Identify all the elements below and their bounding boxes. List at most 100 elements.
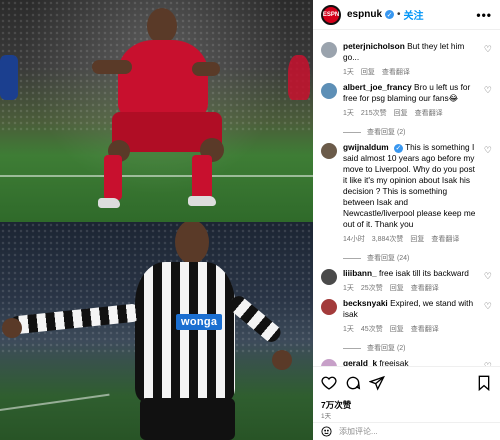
- reply-button[interactable]: 回复: [390, 283, 404, 293]
- background-player: [0, 55, 18, 100]
- comment-text-line: liiibann_ free isak till its backward: [343, 268, 478, 279]
- comment-time: 1天: [343, 326, 354, 333]
- comment-heart-icon[interactable]: ♡: [484, 85, 492, 96]
- sponsor-logo: wonga: [176, 314, 223, 330]
- emoji-icon[interactable]: [321, 426, 332, 437]
- player-head: [147, 8, 177, 44]
- comment-text-line: becksnyaki Expired, we stand with isak: [343, 298, 478, 320]
- photo-newcastle-player: wonga: [0, 222, 313, 440]
- view-replies-label: 查看回复 (2): [367, 345, 406, 352]
- player-hand: [2, 318, 22, 338]
- view-replies-button[interactable]: 查看回复 (2): [343, 343, 500, 353]
- view-replies-label: 查看回复 (24): [367, 255, 410, 262]
- reply-line: [343, 347, 361, 349]
- comment-text-line: albert_joe_francy Bro u left us for free…: [343, 82, 478, 104]
- comment-text: This is something I said almost 10 years…: [343, 142, 476, 229]
- more-options-icon[interactable]: •••: [476, 8, 492, 22]
- comment-body: liiibann_ free isak till its backward 1天…: [343, 268, 492, 293]
- comment-time: 14小时: [343, 236, 365, 243]
- follow-button[interactable]: 关注: [404, 7, 424, 22]
- comment-body: becksnyaki Expired, we stand with isak 1…: [343, 298, 492, 334]
- comment-text: free isak till its backward: [378, 268, 469, 278]
- player-arm: [92, 60, 132, 74]
- account-avatar[interactable]: ESPN: [321, 4, 341, 25]
- verified-badge-icon: ✓: [385, 10, 395, 19]
- player-hand: [272, 350, 292, 370]
- pitch-line: [0, 393, 110, 413]
- comment-time: 1天: [343, 110, 354, 117]
- comment-item: becksnyaki Expired, we stand with isak 1…: [313, 293, 500, 334]
- add-comment-input[interactable]: [339, 427, 492, 436]
- reply-button[interactable]: 回复: [361, 67, 375, 77]
- comment-meta: 1天 45次赞 回复 查看翻译: [343, 324, 478, 334]
- share-icon[interactable]: [369, 375, 385, 391]
- comment-likes[interactable]: 215次赞: [361, 108, 387, 118]
- commenter-avatar[interactable]: [321, 42, 337, 58]
- comment-body: gerald_k freeisak 1天 3次赞 回复 查看翻译: [343, 358, 492, 366]
- comment-item: gerald_k freeisak 1天 3次赞 回复 查看翻译 ♡: [313, 353, 500, 366]
- reply-line: [343, 257, 361, 259]
- comment-list[interactable]: peterjnicholson But they let him go... 1…: [313, 36, 500, 366]
- heart-icon[interactable]: [321, 375, 337, 391]
- comment-username[interactable]: albert_joe_francy: [343, 82, 412, 92]
- player-boot: [98, 198, 120, 208]
- comment-username[interactable]: liiibann_: [343, 268, 377, 278]
- comment-likes[interactable]: 45次赞: [361, 324, 383, 334]
- player-shirt: [135, 262, 235, 402]
- translate-button[interactable]: 查看翻译: [411, 283, 439, 293]
- post-header: ESPN espnuk ✓ • 关注 •••: [313, 0, 500, 30]
- view-replies-button[interactable]: 查看回复 (2): [343, 127, 500, 137]
- bookmark-icon[interactable]: [476, 375, 492, 391]
- comment-meta: 1天 215次赞 回复 查看翻译: [343, 108, 478, 118]
- comment-text-line: gwijnaldum ✓ This is something I said al…: [343, 142, 478, 230]
- action-bar: [313, 366, 500, 398]
- post-date: 1天: [321, 413, 332, 420]
- view-replies-label: 查看回复 (2): [367, 129, 406, 136]
- comment-text-line: gerald_k freeisak: [343, 358, 478, 366]
- comment-heart-icon[interactable]: ♡: [484, 301, 492, 312]
- commenter-avatar[interactable]: [321, 359, 337, 366]
- verified-badge-icon: ✓: [393, 144, 403, 153]
- comment-likes[interactable]: 3,884次赞: [372, 234, 404, 244]
- view-replies-button[interactable]: 查看回复 (24): [343, 253, 500, 263]
- commenter-avatar[interactable]: [321, 269, 337, 285]
- comment-username[interactable]: becksnyaki: [343, 298, 388, 308]
- comment-item: peterjnicholson But they let him go... 1…: [313, 36, 500, 77]
- reply-button[interactable]: 回复: [394, 108, 408, 118]
- add-comment-bar: [313, 422, 500, 440]
- commenter-avatar[interactable]: [321, 299, 337, 315]
- comment-meta: 14小时 3,884次赞 回复 查看翻译: [343, 234, 478, 244]
- player-sock: [192, 155, 212, 200]
- reply-button[interactable]: 回复: [390, 324, 404, 334]
- translate-button[interactable]: 查看翻译: [382, 67, 410, 77]
- pitch-line: [0, 175, 313, 177]
- reply-line: [343, 131, 361, 133]
- comment-time: 1天: [343, 69, 354, 76]
- comment-heart-icon[interactable]: ♡: [484, 271, 492, 282]
- commenter-avatar[interactable]: [321, 143, 337, 159]
- comment-time: 1天: [343, 285, 354, 292]
- comment-heart-icon[interactable]: ♡: [484, 44, 492, 55]
- comment-item: liiibann_ free isak till its backward 1天…: [313, 263, 500, 293]
- comment-username[interactable]: gwijnaldum: [343, 142, 389, 152]
- post-media[interactable]: wonga: [0, 0, 313, 440]
- separator-dot: •: [397, 9, 401, 20]
- background-player: [288, 55, 310, 100]
- comment-username[interactable]: gerald_k: [343, 358, 377, 366]
- player-boot: [188, 196, 216, 206]
- comment-heart-icon[interactable]: ♡: [484, 145, 492, 156]
- comment-meta: 1天 回复 查看翻译: [343, 67, 478, 77]
- comment-likes[interactable]: 25次赞: [361, 283, 383, 293]
- account-username[interactable]: espnuk: [347, 9, 382, 20]
- comment-text-line: peterjnicholson But they let him go...: [343, 41, 478, 63]
- comment-meta: 1天 25次赞 回复 查看翻译: [343, 283, 478, 293]
- translate-button[interactable]: 查看翻译: [431, 234, 459, 244]
- comment-username[interactable]: peterjnicholson: [343, 41, 405, 51]
- player-sock: [104, 155, 122, 200]
- translate-button[interactable]: 查看翻译: [415, 108, 443, 118]
- reply-button[interactable]: 回复: [410, 234, 424, 244]
- commenter-avatar[interactable]: [321, 83, 337, 99]
- player-shorts: [140, 398, 235, 440]
- translate-button[interactable]: 查看翻译: [411, 324, 439, 334]
- comment-icon[interactable]: [345, 375, 361, 391]
